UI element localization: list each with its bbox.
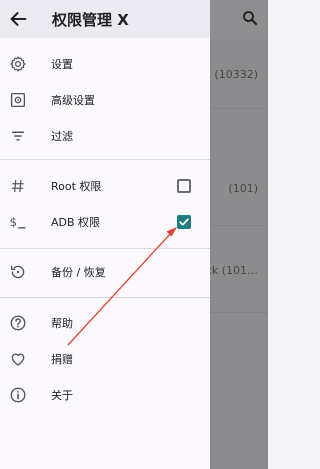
menu-item-about[interactable]: 关于 xyxy=(0,377,210,413)
menu-item-settings[interactable]: 设置 xyxy=(0,46,210,82)
menu-item-label: ADB 权限 xyxy=(51,216,101,229)
menu-item-label: 高级设置 xyxy=(51,94,95,107)
menu-item-adb-permission[interactable]: $ ADB 权限 xyxy=(0,204,210,240)
menu-item-donate[interactable]: 捐赠 xyxy=(0,341,210,377)
heart-icon xyxy=(8,349,28,369)
svg-text:$: $ xyxy=(10,215,17,229)
menu-item-advanced-settings[interactable]: 高级设置 xyxy=(0,82,210,118)
info-icon xyxy=(8,385,28,405)
navigation-drawer: 权限管理 X 设置 高级设置 过滤 Root 权限 $ ADB 权限 备份 / … xyxy=(0,0,210,469)
divider xyxy=(0,159,210,160)
menu-item-filter[interactable]: 过滤 xyxy=(0,118,210,154)
menu-item-label: 捐赠 xyxy=(51,353,73,366)
back-arrow-icon[interactable] xyxy=(7,8,29,30)
filter-icon xyxy=(8,126,28,146)
hash-icon xyxy=(8,176,28,196)
terminal-icon: $ xyxy=(8,212,28,232)
advanced-settings-icon xyxy=(8,90,28,110)
gear-icon xyxy=(8,54,28,74)
backup-restore-icon xyxy=(8,262,28,282)
drawer-title: 权限管理 X xyxy=(52,11,129,29)
menu-item-label: 帮助 xyxy=(51,317,73,330)
help-icon xyxy=(8,313,28,333)
divider xyxy=(0,248,210,249)
menu-item-label: Root 权限 xyxy=(51,180,102,193)
menu-item-backup-restore[interactable]: 备份 / 恢复 xyxy=(0,254,210,290)
menu-item-root-permission[interactable]: Root 权限 xyxy=(0,168,210,204)
menu-item-label: 过滤 xyxy=(51,130,73,143)
drawer-header: 权限管理 X xyxy=(0,0,210,38)
root-permission-checkbox[interactable] xyxy=(177,179,191,193)
adb-permission-checkbox[interactable] xyxy=(177,215,191,229)
menu-item-label: 关于 xyxy=(51,389,73,402)
menu-item-help[interactable]: 帮助 xyxy=(0,305,210,341)
divider xyxy=(0,297,210,298)
menu-item-label: 设置 xyxy=(51,58,73,71)
menu-item-label: 备份 / 恢复 xyxy=(51,266,106,279)
